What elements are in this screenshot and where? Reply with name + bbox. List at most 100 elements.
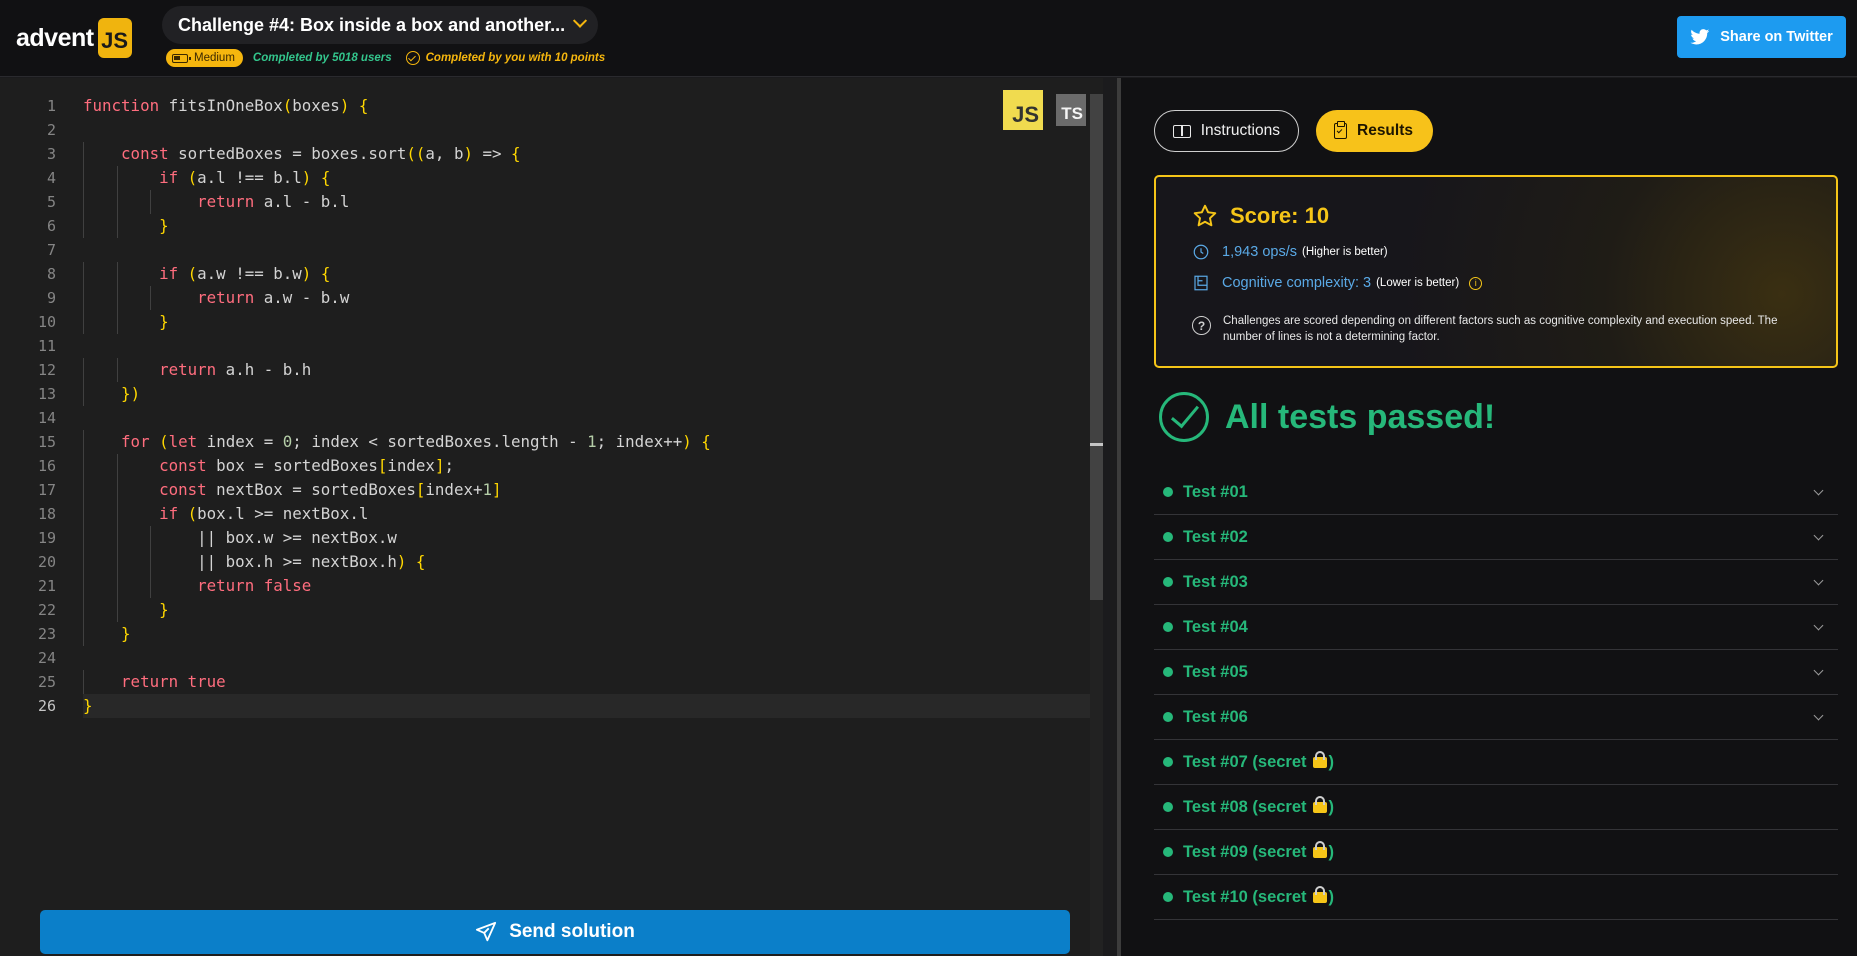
- test-label: Test #04: [1183, 617, 1248, 636]
- test-secret-suffix: ): [1307, 885, 1334, 907]
- send-solution-button[interactable]: Send solution: [40, 910, 1070, 954]
- language-ts-button[interactable]: TS: [1056, 94, 1086, 126]
- indent-guide: [83, 358, 84, 382]
- send-solution-label: Send solution: [509, 921, 635, 942]
- line-number: 8: [46, 265, 56, 283]
- code-line[interactable]: [83, 238, 1103, 262]
- indent-guide: [116, 478, 118, 502]
- line-number: 25: [37, 673, 56, 691]
- pass-dot-icon: [1163, 577, 1173, 587]
- code-line[interactable]: }: [83, 214, 1103, 238]
- code-line[interactable]: return a.w - b.w: [83, 286, 1103, 310]
- code-line[interactable]: const sortedBoxes = boxes.sort((a, b) =>…: [83, 142, 1103, 166]
- code-line[interactable]: return true: [83, 670, 1103, 694]
- difficulty-badge: Medium: [166, 49, 243, 67]
- chevron-down-icon[interactable]: [1813, 575, 1824, 586]
- tab-instructions-label: Instructions: [1200, 122, 1280, 139]
- indent-guide: [116, 310, 118, 334]
- code-area[interactable]: function fitsInOneBox(boxes) { const sor…: [83, 94, 1103, 718]
- pass-dot-icon: [1163, 667, 1173, 677]
- code-line[interactable]: }: [83, 310, 1103, 334]
- indent-guide: [83, 214, 84, 238]
- indent-guide: [116, 214, 118, 238]
- language-js-button[interactable]: JS: [1003, 90, 1043, 130]
- test-item[interactable]: Test #06: [1154, 695, 1838, 740]
- indent-guide: [116, 262, 118, 286]
- code-line[interactable]: || box.h >= nextBox.h) {: [83, 550, 1103, 574]
- chevron-down-icon[interactable]: [1813, 530, 1824, 541]
- test-item[interactable]: Test #04: [1154, 605, 1838, 650]
- chevron-down-icon[interactable]: [1813, 485, 1824, 496]
- code-line[interactable]: const nextBox = sortedBoxes[index+1]: [83, 478, 1103, 502]
- test-label: Test #03: [1183, 572, 1248, 591]
- indent-guide: [83, 286, 84, 310]
- completed-by-you: Completed by you with 10 points: [425, 52, 606, 64]
- code-line[interactable]: }: [83, 694, 1103, 718]
- code-line[interactable]: [83, 406, 1103, 430]
- test-item[interactable]: Test #01: [1154, 470, 1838, 515]
- indent-guide: [83, 430, 84, 454]
- code-line[interactable]: || box.w >= nextBox.w: [83, 526, 1103, 550]
- code-editor[interactable]: 1 2 3 4 5 6 7 8 9 10 11 12 13 14 15 16 17 18 19 20 21 22 23 24 2…: [0, 78, 1103, 956]
- twitter-icon: [1690, 29, 1710, 45]
- pass-dot-icon: [1163, 532, 1173, 542]
- cursor-position-marker: [1090, 443, 1103, 446]
- line-number: 11: [37, 337, 56, 355]
- test-item[interactable]: Test #03: [1154, 560, 1838, 605]
- lock-icon: [1312, 750, 1327, 768]
- chevron-down-icon[interactable]: [1813, 665, 1824, 676]
- score-value: Score: 10: [1230, 203, 1330, 228]
- indent-guide: [116, 550, 118, 574]
- line-number: 23: [37, 625, 56, 643]
- indent-guide: [83, 670, 84, 694]
- code-line[interactable]: return false: [83, 574, 1103, 598]
- ops-value: 1,943 ops/s: [1222, 244, 1297, 260]
- document-stack-icon: [1194, 275, 1208, 291]
- code-line[interactable]: const box = sortedBoxes[index];: [83, 454, 1103, 478]
- code-line[interactable]: function fitsInOneBox(boxes) {: [83, 94, 1103, 118]
- results-panel: Instructions Results Score: 10 1,943 ops…: [1121, 78, 1857, 956]
- tab-results[interactable]: Results: [1316, 110, 1433, 152]
- chevron-down-icon[interactable]: [1813, 710, 1824, 721]
- code-line[interactable]: if (a.w !== b.w) {: [83, 262, 1103, 286]
- adventjs-logo[interactable]: advent JS: [16, 16, 132, 60]
- test-item: Test #07 (secret): [1154, 740, 1838, 785]
- indent-guide: [83, 622, 84, 646]
- share-twitter-button[interactable]: Share on Twitter: [1677, 16, 1846, 58]
- code-line[interactable]: }: [83, 622, 1103, 646]
- code-line[interactable]: if (a.l !== b.l) {: [83, 166, 1103, 190]
- pass-dot-icon: [1163, 892, 1173, 902]
- line-number: 17: [37, 481, 56, 499]
- code-line[interactable]: if (box.l >= nextBox.l: [83, 502, 1103, 526]
- code-line[interactable]: }): [83, 382, 1103, 406]
- line-number: 12: [37, 361, 56, 379]
- score-row: Score: 10: [1192, 203, 1329, 229]
- line-number: 18: [37, 505, 56, 523]
- test-secret-suffix: ): [1307, 750, 1334, 772]
- send-icon: [476, 921, 497, 942]
- clock-icon: [1193, 244, 1209, 260]
- code-line[interactable]: return a.h - b.h: [83, 358, 1103, 382]
- code-line[interactable]: }: [83, 598, 1103, 622]
- tab-instructions[interactable]: Instructions: [1154, 110, 1299, 152]
- test-item: Test #09 (secret): [1154, 830, 1838, 875]
- code-line[interactable]: [83, 334, 1103, 358]
- logo-text: advent: [16, 23, 94, 52]
- line-number: 19: [37, 529, 56, 547]
- check-circle-icon: [1159, 392, 1209, 442]
- info-icon[interactable]: i: [1469, 276, 1483, 290]
- code-line[interactable]: [83, 646, 1103, 670]
- code-line[interactable]: for (let index = 0; index < sortedBoxes.…: [83, 430, 1103, 454]
- test-item[interactable]: Test #02: [1154, 515, 1838, 560]
- challenge-selector[interactable]: Challenge #4: Box inside a box and anoth…: [162, 6, 598, 44]
- tests-status-text: All tests passed!: [1225, 397, 1496, 436]
- chevron-down-icon[interactable]: [1813, 620, 1824, 631]
- line-number: 7: [46, 241, 56, 259]
- completed-by-users: Completed by 5018 users: [252, 52, 392, 64]
- scoring-note: ? Challenges are scored depending on dif…: [1192, 313, 1808, 345]
- test-item[interactable]: Test #05: [1154, 650, 1838, 695]
- code-line[interactable]: [83, 118, 1103, 142]
- editor-scrollbar-thumb[interactable]: [1090, 94, 1103, 600]
- code-line[interactable]: return a.l - b.l: [83, 190, 1103, 214]
- test-label: Test #09 (secret: [1183, 842, 1307, 861]
